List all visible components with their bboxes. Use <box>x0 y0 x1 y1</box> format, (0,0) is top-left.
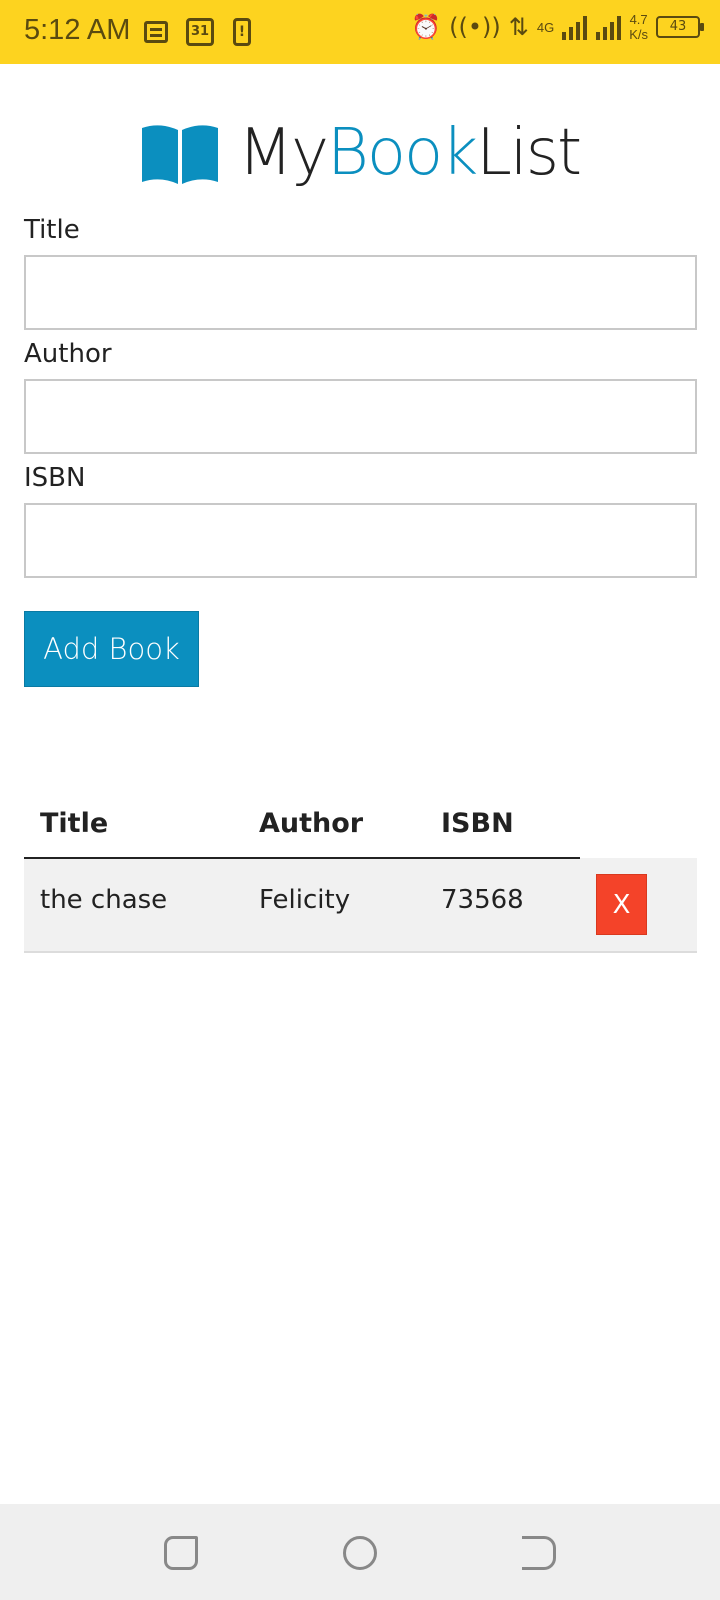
alarm-icon: ⏰ <box>411 13 442 41</box>
delete-book-button[interactable]: X <box>596 874 647 935</box>
title-input[interactable] <box>24 255 697 330</box>
author-input[interactable] <box>24 379 697 454</box>
status-bar: 5:12 AM 31 ! ⏰ ((•)) ⇅ 4G 4.7 K/s 43 <box>0 0 720 64</box>
data-arrows-icon: ⇅ <box>508 13 529 41</box>
isbn-input[interactable] <box>24 503 697 578</box>
home-icon[interactable] <box>343 1536 377 1570</box>
table-row: the chase Felicity 73568 X <box>24 858 697 953</box>
net-speed-unit: K/s <box>629 27 648 42</box>
net-speed-value: 4.7 <box>629 12 648 27</box>
app-title: MyBookList <box>237 116 582 190</box>
app-title-book: Book <box>326 116 478 190</box>
book-icon <box>141 125 218 184</box>
cell-isbn: 73568 <box>425 858 580 953</box>
battery-level: 43 <box>669 19 687 34</box>
status-icons: ⏰ ((•)) ⇅ 4G 4.7 K/s 43 <box>411 12 704 42</box>
system-nav-bar <box>0 1504 720 1600</box>
table-header-row: Title Author ISBN <box>24 790 697 859</box>
back-icon[interactable] <box>522 1536 556 1570</box>
header-actions <box>580 790 697 858</box>
cell-actions: X <box>580 858 697 953</box>
header-isbn: ISBN <box>425 790 580 859</box>
add-book-button[interactable]: Add Book <box>24 611 199 687</box>
battery-icon: 43 <box>656 16 704 38</box>
isbn-label: ISBN <box>24 463 86 493</box>
header-author: Author <box>243 790 425 859</box>
status-time: 5:12 AM <box>24 14 131 46</box>
signal-icon <box>562 14 622 40</box>
network-type-label: 4G <box>536 19 555 35</box>
network-type: 4G <box>537 20 554 35</box>
cell-author: Felicity <box>243 858 425 953</box>
book-table: Title Author ISBN the chase Felicity 735… <box>24 790 697 953</box>
app-title-my: My <box>237 116 329 190</box>
hotspot-icon: ((•)) <box>449 13 501 41</box>
title-label: Title <box>24 215 80 245</box>
calendar-icon: 31 <box>186 18 214 46</box>
net-speed: 4.7 K/s <box>629 12 648 42</box>
app-title-list: List <box>476 116 582 190</box>
alert-icon: ! <box>233 18 251 46</box>
recents-icon[interactable] <box>164 1536 198 1570</box>
message-icon <box>144 21 168 43</box>
app-logo: MyBookList <box>0 118 720 188</box>
author-label: Author <box>24 339 112 369</box>
cell-title: the chase <box>24 858 243 953</box>
header-title: Title <box>24 790 243 859</box>
